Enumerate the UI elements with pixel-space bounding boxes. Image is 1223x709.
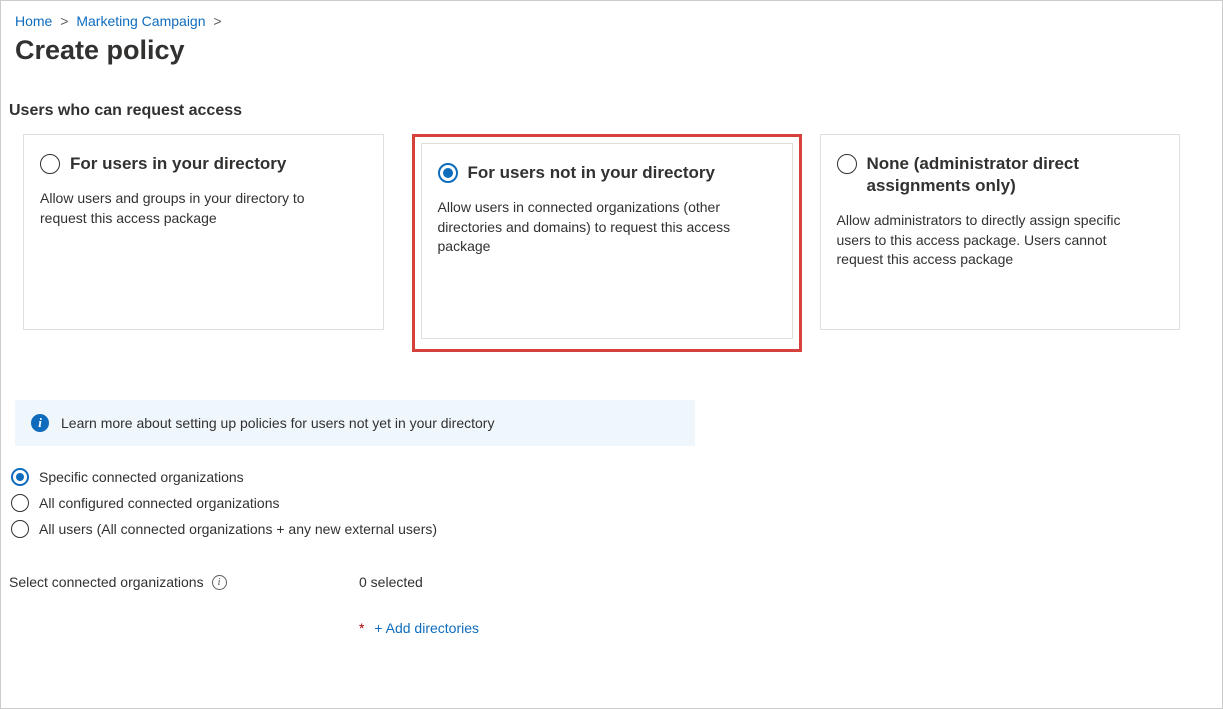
chevron-right-icon: > (60, 13, 68, 29)
select-connected-orgs-row: Select connected organizations i 0 selec… (9, 574, 1222, 636)
section-users-label: Users who can request access (9, 102, 1208, 120)
card-description: Allow users in connected organizations (… (438, 198, 738, 257)
radio-icon (438, 163, 458, 183)
card-description: Allow administrators to directly assign … (837, 211, 1137, 270)
breadcrumb-home[interactable]: Home (15, 13, 52, 29)
breadcrumb: Home > Marketing Campaign > (1, 1, 1222, 29)
radio-label: All configured connected organizations (39, 495, 280, 511)
card-title: For users in your directory (70, 153, 286, 175)
card-users-not-in-directory[interactable]: For users not in your directory Allow us… (421, 143, 793, 339)
breadcrumb-campaign[interactable]: Marketing Campaign (76, 13, 205, 29)
radio-icon (837, 154, 857, 174)
info-banner[interactable]: i Learn more about setting up policies f… (15, 400, 695, 446)
radio-all-configured-orgs[interactable]: All configured connected organizations (11, 494, 1222, 512)
chevron-right-icon: > (213, 13, 221, 29)
card-none-admin-only[interactable]: None (administrator direct assignments o… (820, 134, 1181, 330)
card-title: None (administrator direct assignments o… (867, 153, 1164, 197)
selected-card-highlight: For users not in your directory Allow us… (412, 134, 802, 352)
radio-all-users[interactable]: All users (All connected organizations +… (11, 520, 1222, 538)
select-orgs-label: Select connected organizations (9, 574, 204, 590)
info-icon[interactable]: i (212, 575, 227, 590)
card-title: For users not in your directory (468, 162, 716, 184)
radio-icon (11, 468, 29, 486)
card-users-in-directory[interactable]: For users in your directory Allow users … (23, 134, 384, 330)
selected-count: 0 selected (359, 574, 479, 590)
radio-label: Specific connected organizations (39, 469, 244, 485)
radio-specific-connected-orgs[interactable]: Specific connected organizations (11, 468, 1222, 486)
page-title: Create policy (15, 35, 1208, 66)
scope-radio-group: Specific connected organizations All con… (11, 468, 1222, 538)
required-indicator: * (359, 620, 364, 636)
add-directories-link[interactable]: + Add directories (374, 620, 479, 636)
radio-icon (40, 154, 60, 174)
request-type-cards: For users in your directory Allow users … (1, 134, 1222, 352)
card-description: Allow users and groups in your directory… (40, 189, 340, 228)
radio-icon (11, 494, 29, 512)
info-icon: i (31, 414, 49, 432)
radio-icon (11, 520, 29, 538)
radio-label: All users (All connected organizations +… (39, 521, 437, 537)
info-banner-text: Learn more about setting up policies for… (61, 415, 494, 431)
